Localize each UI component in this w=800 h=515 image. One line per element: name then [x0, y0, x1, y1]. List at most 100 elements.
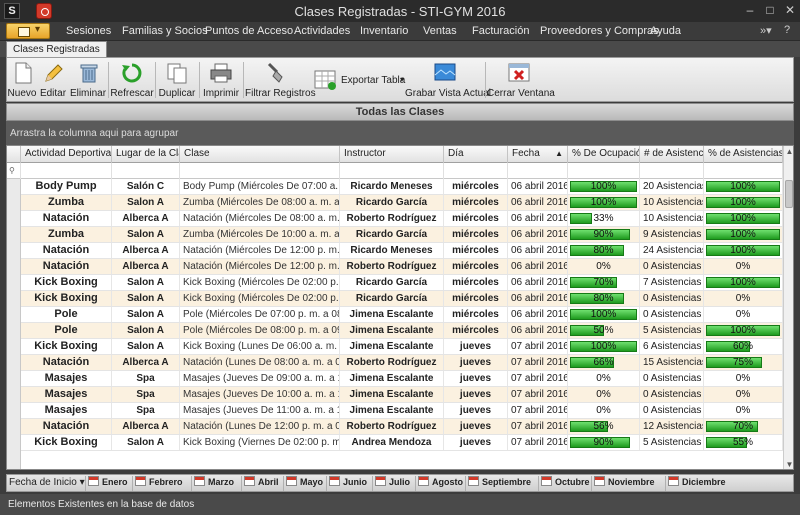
- close-icon[interactable]: ✕: [782, 3, 798, 17]
- month-button[interactable]: Septiembre: [465, 476, 536, 491]
- table-row[interactable]: Kick Boxing Salon A Kick Boxing (Miércoles…: [21, 275, 783, 291]
- col-pct-asistencias[interactable]: % de Asistencias: [704, 146, 783, 163]
- table-row[interactable]: Masajes Spa Masajes (Jueves De 10:00 a. m.…: [21, 387, 783, 403]
- scroll-thumb[interactable]: [785, 180, 793, 208]
- duplicate-button[interactable]: Duplicar: [157, 58, 197, 102]
- app-menu-button[interactable]: [6, 23, 50, 39]
- attendance-bar: 0%: [704, 387, 783, 402]
- month-button[interactable]: Junio: [326, 476, 370, 491]
- menu-familias[interactable]: Familias y Socios: [122, 25, 208, 37]
- filter-row[interactable]: ⚲: [7, 163, 783, 179]
- progress-text: 100%: [730, 197, 756, 208]
- group-by-panel[interactable]: Arrastra la columna aqui para agrupar: [6, 121, 794, 145]
- minimize-icon[interactable]: –: [742, 3, 758, 17]
- col-lugar[interactable]: Lugar de la Clase: [112, 146, 180, 163]
- col-dia[interactable]: Día: [444, 146, 508, 163]
- menu-puntos-acceso[interactable]: Puntos de Acceso: [205, 25, 293, 37]
- table-row[interactable]: Natación Alberca A Natación (Miércoles De …: [21, 211, 783, 227]
- col-clase[interactable]: Clase: [180, 146, 340, 163]
- month-button[interactable]: Octubre: [538, 476, 590, 491]
- month-button[interactable]: Noviembre: [591, 476, 663, 491]
- table-row[interactable]: Natación Alberca A Natación (Lunes De 12:0…: [21, 419, 783, 435]
- progress-text: 100%: [730, 229, 756, 240]
- cell-dia: jueves: [444, 387, 508, 402]
- refresh-button[interactable]: Refrescar: [110, 58, 154, 102]
- delete-button[interactable]: Eliminar: [69, 58, 107, 102]
- filter-num-asistencias[interactable]: [640, 163, 704, 179]
- overflow-icon[interactable]: »▾: [760, 24, 772, 37]
- filter-fecha[interactable]: [508, 163, 568, 179]
- table-row[interactable]: Kick Boxing Salon A Kick Boxing (Viernes D…: [21, 435, 783, 451]
- table-row[interactable]: Pole Salon A Pole (Miércoles De 07:00 p. m…: [21, 307, 783, 323]
- filter-instructor[interactable]: [340, 163, 444, 179]
- cell-instr: Jimena Escalante: [340, 339, 444, 354]
- occupancy-bar: 80%: [568, 291, 640, 306]
- col-fecha-label: Fecha: [512, 148, 540, 159]
- save-view-button[interactable]: Grabar Vista Actual: [405, 58, 491, 102]
- table-row[interactable]: Pole Salon A Pole (Miércoles De 08:00 p. m…: [21, 323, 783, 339]
- filter-ocupacion[interactable]: [568, 163, 640, 179]
- month-button[interactable]: Febrero: [132, 476, 189, 491]
- print-button[interactable]: Imprimir: [201, 58, 241, 102]
- filter-lugar[interactable]: [112, 163, 180, 179]
- filter-dia[interactable]: [444, 163, 508, 179]
- month-button[interactable]: Enero: [85, 476, 130, 491]
- table-row[interactable]: Natación Alberca A Natación (Lunes De 08:0…: [21, 355, 783, 371]
- menu-actividades[interactable]: Actividades: [294, 25, 350, 37]
- table-row[interactable]: Masajes Spa Masajes (Jueves De 11:00 a. m.…: [21, 403, 783, 419]
- menu-ayuda[interactable]: Ayuda: [650, 25, 681, 37]
- tab-clases-registradas[interactable]: Clases Registradas: [6, 41, 107, 57]
- menu-proveedores[interactable]: Proveedores y Compras: [540, 25, 659, 37]
- filter-actividad[interactable]: [21, 163, 112, 179]
- cell-dia: jueves: [444, 435, 508, 450]
- table-row[interactable]: Natación Alberca A Natación (Miércoles De …: [21, 243, 783, 259]
- cell-instr: Ricardo García: [340, 195, 444, 210]
- maximize-icon[interactable]: □: [762, 3, 778, 17]
- close-window-button[interactable]: Cerrar Ventana: [487, 58, 555, 102]
- filter-brush-icon: [267, 62, 283, 83]
- vertical-scrollbar[interactable]: ▲ ▼: [783, 146, 793, 469]
- month-label: Diciembre: [682, 477, 726, 488]
- start-date-dropdown[interactable]: Fecha de Inicio ▾: [9, 477, 85, 488]
- menu-ventas[interactable]: Ventas: [423, 25, 457, 37]
- table-row[interactable]: Masajes Spa Masajes (Jueves De 09:00 a. m.…: [21, 371, 783, 387]
- menu-facturacion[interactable]: Facturación: [472, 25, 529, 37]
- progress-track: 100%: [706, 229, 780, 240]
- progress-text: 90%: [593, 437, 614, 448]
- month-button[interactable]: Agosto: [415, 476, 463, 491]
- filter-pct-asistencias[interactable]: [704, 163, 783, 179]
- table-row[interactable]: Body Pump Salón C Body Pump (Miércoles De …: [21, 179, 783, 195]
- month-button[interactable]: Marzo: [191, 476, 239, 491]
- help-icon[interactable]: ?: [784, 24, 790, 36]
- scroll-down-icon[interactable]: ▼: [784, 459, 793, 469]
- edit-button[interactable]: Editar: [37, 58, 69, 102]
- col-actividad[interactable]: Actividad Deportiva: [21, 146, 112, 163]
- menu-sesiones[interactable]: Sesiones: [66, 25, 111, 37]
- cell-act: Natación: [21, 259, 112, 274]
- table-row[interactable]: Natación Alberca A Natación (Miércoles De …: [21, 259, 783, 275]
- col-instructor[interactable]: Instructor: [340, 146, 444, 163]
- cell-instr: Ricardo Meneses: [340, 243, 444, 258]
- month-button[interactable]: Julio: [372, 476, 413, 491]
- month-button[interactable]: Mayo: [283, 476, 324, 491]
- table-row[interactable]: Kick Boxing Salon A Kick Boxing (Miércoles…: [21, 291, 783, 307]
- new-button[interactable]: Nuevo: [7, 58, 37, 102]
- table-row[interactable]: Zumba Salon A Zumba (Miércoles De 10:00 a.…: [21, 227, 783, 243]
- progress-text: 60%: [732, 341, 753, 352]
- cell-asist: 0 Asistencias: [640, 307, 704, 322]
- occupancy-bar: 66%: [568, 355, 640, 370]
- filter-clase[interactable]: [180, 163, 340, 179]
- col-num-asistencias[interactable]: # de Asistencias: [640, 146, 704, 163]
- filter-button[interactable]: Filtrar Registros: [245, 58, 316, 102]
- sort-ascending-icon: ▲: [555, 149, 563, 158]
- month-button[interactable]: Diciembre: [665, 476, 726, 491]
- cell-asist: 9 Asistencias: [640, 227, 704, 242]
- scroll-up-icon[interactable]: ▲: [784, 146, 793, 157]
- col-fecha[interactable]: Fecha ▲: [508, 146, 568, 163]
- table-row[interactable]: Kick Boxing Salon A Kick Boxing (Lunes De …: [21, 339, 783, 355]
- col-ocupacion[interactable]: % De Ocupación: [568, 146, 640, 163]
- menu-inventario[interactable]: Inventario: [360, 25, 408, 37]
- table-row[interactable]: Zumba Salon A Zumba (Miércoles De 08:00 a.…: [21, 195, 783, 211]
- export-button[interactable]: Exportar Tabla ▾: [311, 58, 407, 102]
- month-button[interactable]: Abril: [241, 476, 281, 491]
